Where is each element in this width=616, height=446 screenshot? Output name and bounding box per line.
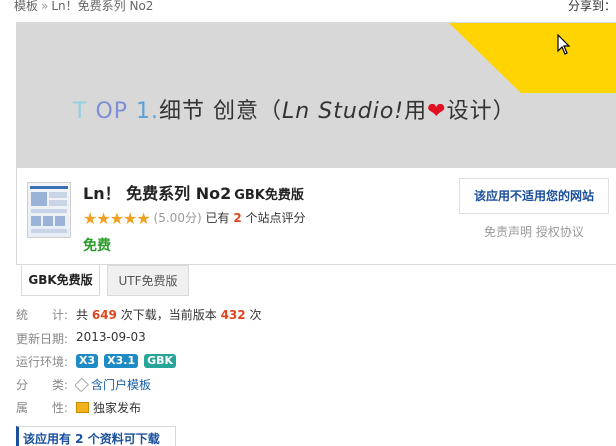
legal-links: 免责声明 授权协议 bbox=[484, 223, 584, 240]
updated-date: 2013-09-03 bbox=[76, 330, 146, 344]
mouse-cursor-icon bbox=[557, 34, 571, 55]
tab-gbk-free[interactable]: GBK免费版 bbox=[21, 265, 100, 296]
attribute-value: 独家发布 bbox=[93, 401, 142, 415]
updated-row: 更新日期: 2013-09-03 bbox=[16, 330, 146, 346]
product-card: T OP 1.细节 创意（Ln Studio!用❤设计） Ln！ 免费系列 No… bbox=[16, 22, 616, 265]
license-link[interactable]: 授权协议 bbox=[536, 225, 584, 239]
disclaimer-link[interactable]: 免责声明 bbox=[484, 225, 532, 239]
breadcrumb-separator: » bbox=[41, 0, 49, 13]
breadcrumb: 模板» Ln！免费系列 No2 bbox=[14, 0, 153, 14]
version-download-count: 432 bbox=[220, 308, 246, 322]
heart-icon: ❤ bbox=[427, 99, 447, 124]
tag-icon bbox=[74, 377, 89, 393]
rating-count: 2 bbox=[233, 211, 242, 225]
download-count: 649 bbox=[91, 308, 117, 322]
banner-slogan: T OP 1.细节 创意（Ln Studio!用❤设计） bbox=[73, 99, 516, 124]
env-badge-x31: X3.1 bbox=[104, 354, 139, 368]
rating-score: (5.00分) bbox=[153, 211, 202, 225]
stats-row: 统 计: 共 649 次下载，当前版本 432 次 bbox=[16, 308, 262, 322]
env-row: 运行环境: X3 X3.1 GBK bbox=[16, 353, 416, 371]
share-label[interactable]: 分享到： bbox=[568, 0, 616, 14]
product-info: Ln！ 免费系列 No2 GBK免费版 ★★★★★ (5.00分) 已有 2 个站… bbox=[17, 168, 616, 265]
env-badge-x3: X3 bbox=[76, 354, 99, 368]
product-thumbnail[interactable] bbox=[27, 182, 71, 238]
rating-stars-icon[interactable]: ★★★★★ bbox=[83, 209, 151, 228]
breadcrumb-item-current[interactable]: Ln！免费系列 No2 bbox=[51, 0, 153, 13]
product-banner: T OP 1.细节 创意（Ln Studio!用❤设计） bbox=[17, 23, 616, 168]
price-label: 免费 bbox=[83, 238, 111, 254]
product-title: Ln！ 免费系列 No2 GBK免费版 bbox=[83, 184, 304, 203]
not-suitable-button[interactable]: 该应用不适用您的网站 bbox=[459, 178, 609, 214]
category-link[interactable]: 含门户模板 bbox=[91, 378, 151, 392]
attribute-row: 属 性: 独家发布 bbox=[16, 401, 142, 415]
exclusive-icon bbox=[76, 402, 89, 413]
env-badge-gbk: GBK bbox=[144, 354, 177, 368]
download-resources-button[interactable]: 该应用有 2 个资料可下载 bbox=[16, 426, 176, 446]
breadcrumb-item-templates[interactable]: 模板 bbox=[14, 0, 38, 13]
banner-yellow-shape bbox=[449, 23, 616, 93]
product-edition: GBK免费版 bbox=[234, 188, 304, 203]
tab-utf-free[interactable]: UTF免费版 bbox=[107, 265, 189, 296]
category-row: 分 类: 含门户模板 bbox=[16, 377, 152, 393]
rating: ★★★★★ (5.00分) 已有 2 个站点评分 bbox=[83, 209, 306, 228]
